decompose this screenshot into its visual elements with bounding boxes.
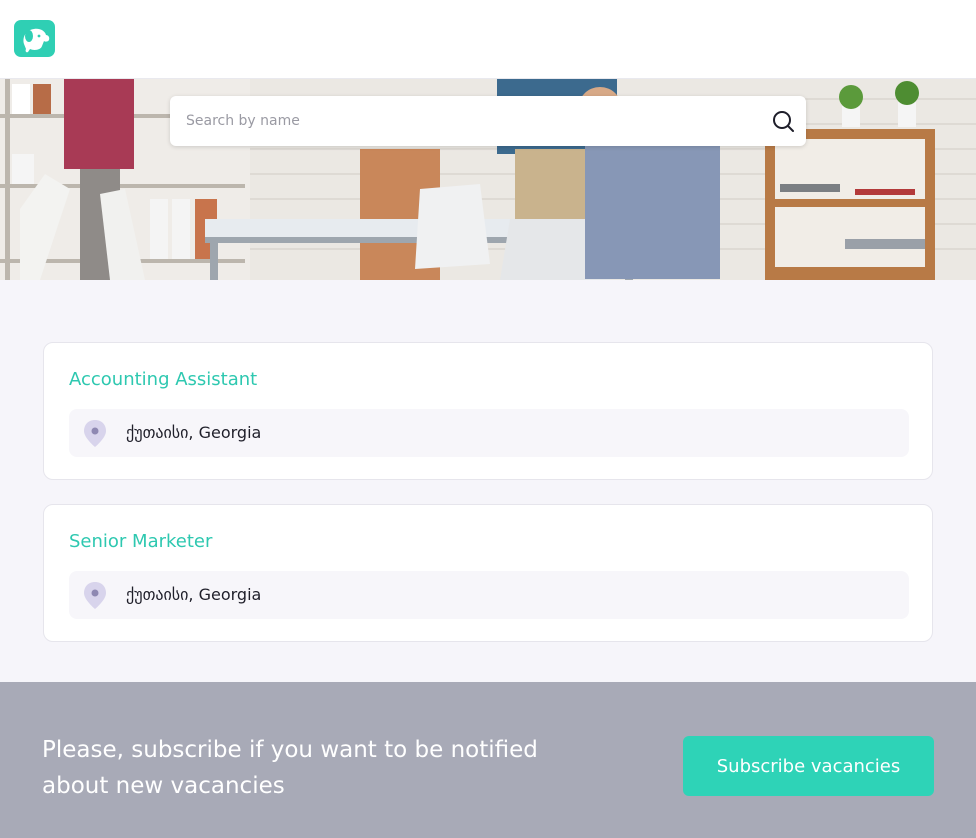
vacancy-title[interactable]: Senior Marketer [69, 531, 212, 552]
location-pin-icon [84, 420, 106, 447]
vacancy-location: ქუთაისი, Georgia [69, 571, 909, 619]
search-icon[interactable] [772, 110, 794, 132]
vacancy-location: ქუთაისი, Georgia [69, 409, 909, 457]
search-input[interactable] [170, 96, 750, 146]
location-pin-icon [84, 582, 106, 609]
location-text: ქუთაისი, Georgia [126, 585, 262, 604]
dog-icon [22, 28, 49, 52]
subscribe-button[interactable]: Subscribe vacancies [683, 736, 934, 796]
top-header [0, 0, 976, 79]
vacancy-card[interactable]: Senior Marketer ქუთაისი, Georgia [43, 504, 933, 642]
vacancy-title[interactable]: Accounting Assistant [69, 369, 257, 390]
logo[interactable] [14, 20, 55, 57]
vacancy-card[interactable]: Accounting Assistant ქუთაისი, Georgia [43, 342, 933, 480]
subscribe-message: Please, subscribe if you want to be noti… [42, 737, 538, 799]
search-bar[interactable] [170, 96, 806, 146]
subscribe-footer: Please, subscribe if you want to be noti… [0, 682, 976, 838]
location-text: ქუთაისი, Georgia [126, 423, 262, 442]
